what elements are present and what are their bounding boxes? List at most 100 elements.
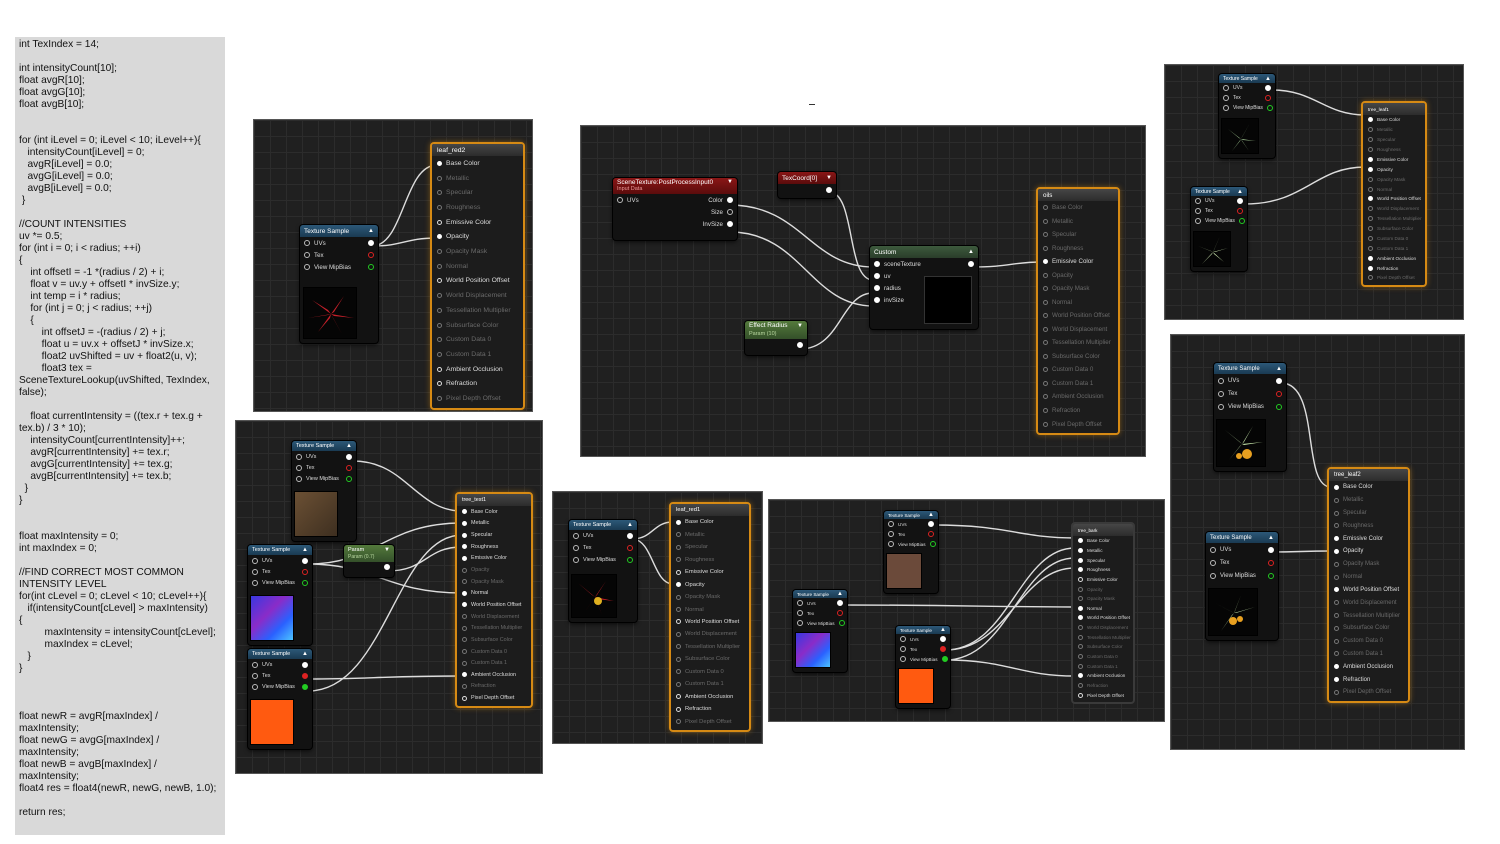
material-pin[interactable]: Subsurface Color: [1038, 350, 1118, 364]
material-pin[interactable]: Subsurface Color: [1329, 622, 1408, 635]
material-pin[interactable]: World Displacement: [457, 611, 531, 623]
material-pin[interactable]: Custom Data 1: [1038, 377, 1118, 391]
material-pin[interactable]: Roughness: [432, 200, 523, 215]
material-pin[interactable]: Opacity Mask: [1073, 594, 1133, 604]
material-pin[interactable]: Specular: [1073, 555, 1133, 565]
material-pin[interactable]: World Position Offset: [671, 616, 749, 628]
material-pin[interactable]: Custom Data 1: [457, 657, 531, 669]
material-pin[interactable]: Base Color: [1038, 201, 1118, 215]
material-pin[interactable]: Refraction: [1038, 404, 1118, 418]
graph-tree-leaf2[interactable]: Texture Sample ▲ UVs Tex View MipBias Tex…: [1170, 334, 1465, 750]
material-pin[interactable]: Opacity: [1363, 164, 1425, 174]
material-pin[interactable]: Custom Data 1: [1329, 648, 1408, 661]
texture-sample-node[interactable]: Texture Sample ▲ UVs Tex View MipBias: [884, 511, 938, 593]
texture-sample-node[interactable]: Texture Sample ▲ UVs Tex View MipBias: [300, 225, 378, 343]
param-node[interactable]: Param ▼ Param (0.7): [344, 545, 394, 577]
material-pin[interactable]: Normal: [432, 259, 523, 274]
material-pin[interactable]: Roughness: [457, 541, 531, 553]
material-pin[interactable]: World Position Offset: [1363, 194, 1425, 204]
material-result-node[interactable]: leaf_red2 Base Color Metallic Specular Rough…: [430, 142, 525, 410]
material-pin[interactable]: Opacity Mask: [1329, 558, 1408, 571]
material-pin[interactable]: Roughness: [1038, 242, 1118, 256]
material-pin[interactable]: Opacity Mask: [457, 576, 531, 588]
material-pin[interactable]: World Position Offset: [1073, 613, 1133, 623]
material-pin[interactable]: Base Color: [671, 516, 749, 528]
material-pin[interactable]: Refraction: [1329, 673, 1408, 686]
material-pin[interactable]: Pixel Depth Offset: [432, 391, 523, 406]
material-pin[interactable]: Custom Data 1: [671, 678, 749, 690]
material-pin[interactable]: Subsurface Color: [671, 653, 749, 665]
material-pin[interactable]: Metallic: [1329, 494, 1408, 507]
material-pin[interactable]: World Position Offset: [457, 599, 531, 611]
material-pin[interactable]: Base Color: [1329, 481, 1408, 494]
material-pin[interactable]: World Displacement: [1038, 323, 1118, 337]
material-pin[interactable]: Pixel Depth Offset: [1329, 686, 1408, 699]
material-pin[interactable]: Custom Data 0: [1073, 652, 1133, 662]
material-pin[interactable]: Ambient Occlusion: [1329, 660, 1408, 673]
material-pin[interactable]: Custom Data 1: [1073, 661, 1133, 671]
material-pin[interactable]: Emissive Color: [1329, 532, 1408, 545]
material-pin[interactable]: Specular: [1038, 228, 1118, 242]
material-pin[interactable]: Ambient Occlusion: [1073, 671, 1133, 681]
material-pin[interactable]: Metallic: [671, 528, 749, 540]
material-pin[interactable]: Refraction: [457, 681, 531, 693]
texcoord-node[interactable]: TexCoord[0] ▼: [778, 172, 836, 198]
material-pin[interactable]: Opacity Mask: [671, 591, 749, 603]
material-pin[interactable]: Ambient Occlusion: [671, 691, 749, 703]
material-pin[interactable]: Base Color: [432, 156, 523, 171]
material-pin[interactable]: World Position Offset: [1038, 309, 1118, 323]
material-pin[interactable]: Ambient Occlusion: [457, 669, 531, 681]
graph-oils[interactable]: SceneTexture:PostProcessInput0 ▼ Input Da…: [580, 125, 1146, 457]
material-pin[interactable]: Custom Data 0: [457, 646, 531, 658]
material-pin[interactable]: Roughness: [1363, 145, 1425, 155]
graph-tree-leaf1[interactable]: Texture Sample ▲ UVs Tex View MipBias Tex…: [1164, 64, 1464, 320]
material-pin[interactable]: Custom Data 0: [671, 666, 749, 678]
material-pin[interactable]: Custom Data 0: [1038, 363, 1118, 377]
material-pin[interactable]: Tessellation Multiplier: [1363, 214, 1425, 224]
material-pin[interactable]: Roughness: [1073, 565, 1133, 575]
material-pin[interactable]: Roughness: [671, 553, 749, 565]
material-pin[interactable]: Refraction: [1363, 263, 1425, 273]
material-pin[interactable]: Ambient Occlusion: [432, 362, 523, 377]
material-pin[interactable]: Pixel Depth Offset: [1073, 690, 1133, 700]
material-pin[interactable]: Emissive Color: [1073, 575, 1133, 585]
material-pin[interactable]: Ambient Occlusion: [1038, 390, 1118, 404]
material-pin[interactable]: Normal: [457, 587, 531, 599]
material-pin[interactable]: Emissive Color: [432, 215, 523, 230]
material-pin[interactable]: Tessellation Multiplier: [457, 622, 531, 634]
material-pin[interactable]: World Displacement: [432, 288, 523, 303]
material-pin[interactable]: Pixel Depth Offset: [1038, 417, 1118, 431]
material-pin[interactable]: Tessellation Multiplier: [1038, 336, 1118, 350]
material-pin[interactable]: World Displacement: [671, 628, 749, 640]
material-pin[interactable]: Subsurface Color: [1363, 224, 1425, 234]
material-pin[interactable]: Subsurface Color: [1073, 642, 1133, 652]
material-pin[interactable]: World Displacement: [1363, 204, 1425, 214]
custom-node[interactable]: Custom ▲ sceneTexture uv radius invSize: [870, 246, 978, 329]
material-pin[interactable]: Emissive Color: [1038, 255, 1118, 269]
texture-sample-node[interactable]: Texture Sample ▲ UVs Tex View MipBias: [1206, 532, 1278, 640]
material-pin[interactable]: World Displacement: [1073, 623, 1133, 633]
material-pin[interactable]: Metallic: [1073, 546, 1133, 556]
material-pin[interactable]: Refraction: [671, 703, 749, 715]
material-pin[interactable]: Pixel Depth Offset: [457, 692, 531, 704]
material-pin[interactable]: World Position Offset: [432, 274, 523, 289]
material-pin[interactable]: Opacity Mask: [432, 244, 523, 259]
texture-sample-node[interactable]: Texture Sample ▲ UVs Tex View MipBias: [793, 590, 847, 672]
material-pin[interactable]: Specular: [457, 529, 531, 541]
material-pin[interactable]: Opacity: [1038, 269, 1118, 283]
material-pin[interactable]: Tessellation Multiplier: [1073, 632, 1133, 642]
material-pin[interactable]: Roughness: [1329, 519, 1408, 532]
material-pin[interactable]: Metallic: [1038, 215, 1118, 229]
material-pin[interactable]: Specular: [432, 185, 523, 200]
material-pin[interactable]: Tessellation Multiplier: [671, 641, 749, 653]
material-pin[interactable]: Custom Data 1: [432, 347, 523, 362]
material-pin[interactable]: Refraction: [432, 377, 523, 392]
material-pin[interactable]: Metallic: [432, 171, 523, 186]
texture-sample-node[interactable]: Texture Sample ▲ UVs Tex View MipBias: [569, 520, 637, 622]
texture-sample-node[interactable]: Texture Sample ▲ UVs Tex View MipBias: [248, 649, 312, 749]
material-pin[interactable]: Pixel Depth Offset: [671, 716, 749, 728]
material-pin[interactable]: Opacity: [671, 578, 749, 590]
material-pin[interactable]: World Position Offset: [1329, 584, 1408, 597]
material-pin[interactable]: Opacity: [457, 564, 531, 576]
material-pin[interactable]: Opacity: [432, 230, 523, 245]
